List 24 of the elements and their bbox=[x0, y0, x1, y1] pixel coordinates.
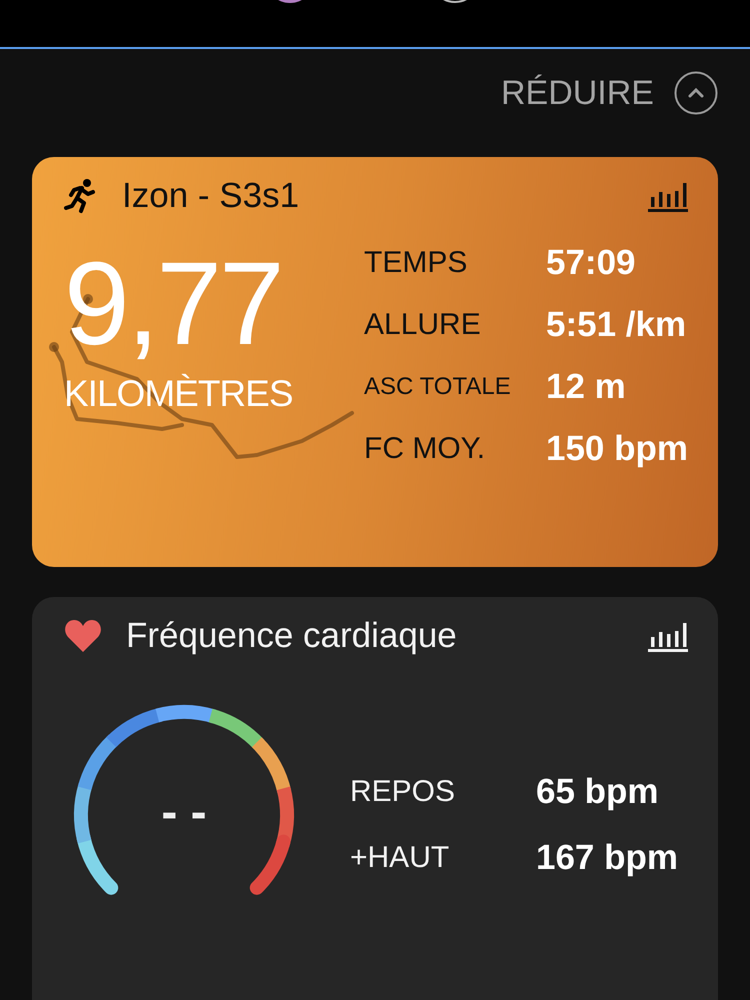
stat-label: REPOS bbox=[350, 775, 456, 809]
activity-title: Izon - S3s1 bbox=[122, 176, 300, 216]
stat-label: ALLURE bbox=[364, 308, 482, 342]
current-heart-rate: - - bbox=[161, 784, 207, 840]
activity-card[interactable]: Izon - S3s1 9,77 KILOMÈTRES TEMPS 57:09 ALLURE 5:51 /km ASC TOTALE 12 m FC MOY. 150 bpm bbox=[32, 157, 718, 567]
runner-icon bbox=[64, 178, 98, 214]
stat-value: 65 bpm bbox=[536, 772, 660, 812]
stat-value: 150 bpm bbox=[546, 429, 688, 469]
heart-icon bbox=[64, 619, 102, 653]
chevron-up-icon[interactable] bbox=[674, 71, 718, 115]
stat-value: 12 m bbox=[546, 367, 627, 407]
stat-label: FC MOY. bbox=[364, 432, 486, 466]
stat-value: 57:09 bbox=[546, 243, 637, 283]
distance-unit: KILOMÈTRES bbox=[64, 373, 292, 415]
collapse-button[interactable]: RÉDUIRE bbox=[500, 74, 654, 112]
distance-value: 9,77 bbox=[64, 245, 282, 363]
heart-rate-title: Fréquence cardiaque bbox=[126, 616, 458, 656]
stat-label: +HAUT bbox=[350, 841, 450, 875]
stat-value: 167 bpm bbox=[536, 838, 678, 878]
stat-label: ASC TOTALE bbox=[364, 373, 512, 401]
stat-value: 5:51 /km bbox=[546, 305, 688, 345]
heart-rate-card[interactable]: Fréquence cardiaque - - REPOS 65 bpm +HAUT 167 bpm bbox=[32, 597, 718, 1000]
chart-icon[interactable] bbox=[648, 620, 688, 652]
stat-label: TEMPS bbox=[364, 246, 468, 280]
